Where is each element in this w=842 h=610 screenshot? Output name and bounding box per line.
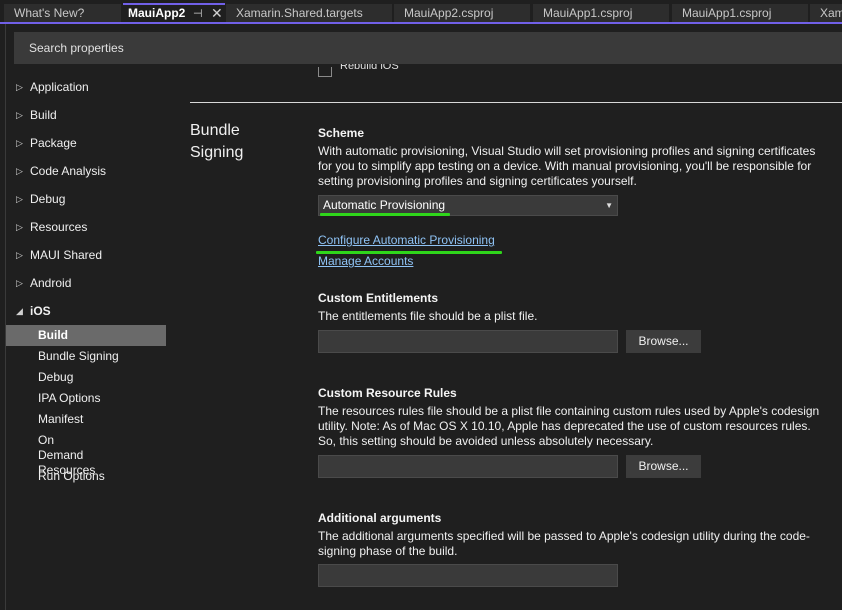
properties-content: Rebuild iOS Bundle Signing Scheme With a… (190, 64, 842, 610)
tab-label: MauiApp1.csproj (543, 6, 633, 20)
custom-resource-rules-input[interactable] (319, 456, 617, 477)
custom-entitlements-input-box[interactable] (318, 330, 618, 353)
tab-label: Xamarin.Shared.targets (236, 6, 363, 20)
expand-arrow-icon[interactable]: ▷ (16, 272, 23, 294)
nav-subitem-ios-build[interactable]: Build (6, 325, 166, 346)
nav-item-build[interactable]: ▷ Build (6, 104, 166, 126)
nav-subitem-label: Bundle Signing (38, 349, 119, 363)
nav-item-label: Debug (30, 192, 66, 206)
nav-subitem-run-options[interactable]: Run Options (6, 466, 166, 487)
nav-subitem-label: Run Options (38, 469, 105, 483)
custom-entitlements-input[interactable] (319, 331, 617, 352)
nav-item-ios[interactable]: ◢ iOS (6, 300, 166, 322)
close-icon[interactable]: ✕ (211, 5, 223, 21)
nav-item-application[interactable]: ▷ Application (6, 76, 166, 98)
nav-subitem-label: IPA Options (38, 391, 101, 405)
rebuild-checkbox[interactable] (318, 67, 332, 77)
tab-label: What's New? (14, 6, 85, 20)
nav-subitem-label: Build (38, 328, 68, 342)
custom-entitlements-title: Custom Entitlements (318, 291, 439, 305)
expand-arrow-icon[interactable]: ▷ (16, 160, 23, 182)
expand-arrow-icon[interactable]: ▷ (16, 188, 23, 210)
nav-item-code-analysis[interactable]: ▷ Code Analysis (6, 160, 166, 182)
nav-item-label: Application (30, 80, 89, 94)
tab-label: Xamarin.Shared.props (820, 6, 842, 20)
tab-mauiapp1-csproj[interactable]: MauiApp1.csproj (533, 4, 669, 22)
expand-arrow-icon[interactable]: ▷ (16, 216, 23, 238)
additional-arguments-input-box[interactable] (318, 564, 618, 587)
scheme-title: Scheme (318, 126, 365, 140)
additional-arguments-input[interactable] (319, 565, 617, 586)
tab-xamarin-shared-targets[interactable]: Xamarin.Shared.targets (226, 4, 392, 22)
nav-item-maui-shared[interactable]: ▷ MAUI Shared (6, 244, 166, 266)
highlight-underline-annotation (320, 213, 450, 216)
nav-item-label: Resources (30, 220, 88, 234)
nav-item-label: iOS (30, 304, 51, 318)
nav-item-resources[interactable]: ▷ Resources (6, 216, 166, 238)
custom-resource-rules-title: Custom Resource Rules (318, 386, 457, 400)
nav-subitem-label: Debug (38, 370, 74, 384)
custom-entitlements-browse-button[interactable]: Browse... (626, 330, 701, 353)
search-properties-box[interactable] (14, 32, 842, 64)
additional-arguments-field: Additional arguments The additional argu… (318, 510, 828, 559)
tab-label: MauiApp2 (128, 6, 186, 20)
nav-subitem-debug[interactable]: Debug (6, 367, 166, 388)
tab-mauiapp1-csproj-2[interactable]: MauiApp1.csproj (672, 4, 808, 22)
tab-whats-new[interactable]: What's New? (4, 4, 121, 22)
expand-arrow-icon[interactable]: ▷ (16, 132, 23, 154)
nav-item-label: Android (30, 276, 72, 290)
tab-label: MauiApp1.csproj (682, 6, 772, 20)
scheme-field: Scheme With automatic provisioning, Visu… (318, 125, 828, 189)
expand-arrow-icon[interactable]: ▷ (16, 76, 23, 98)
active-tab-accent-line (0, 22, 842, 24)
nav-item-label: Code Analysis (30, 164, 107, 178)
custom-resource-rules-field: Custom Resource Rules The resources rule… (318, 385, 828, 449)
expand-arrow-icon[interactable]: ▷ (16, 104, 23, 126)
configure-automatic-provisioning-link[interactable]: Configure Automatic Provisioning (318, 232, 495, 248)
scheme-description: With automatic provisioning, Visual Stud… (318, 144, 816, 188)
tab-mauiapp2-csproj[interactable]: MauiApp2.csproj (394, 4, 530, 22)
nav-subitem-manifest[interactable]: Manifest (6, 409, 166, 430)
document-tab-strip: What's New? MauiApp2 ⊣ ✕ Xamarin.Shared.… (0, 0, 842, 24)
nav-item-debug[interactable]: ▷ Debug (6, 188, 166, 210)
nav-subitem-ipa-options[interactable]: IPA Options (6, 388, 166, 409)
custom-resource-rules-description: The resources rules file should be a pli… (318, 404, 820, 448)
custom-resource-rules-browse-button[interactable]: Browse... (626, 455, 701, 478)
search-input[interactable] (14, 32, 842, 64)
section-divider (190, 102, 842, 103)
nav-subitem-bundle-signing[interactable]: Bundle Signing (6, 346, 166, 367)
custom-resource-rules-input-box[interactable] (318, 455, 618, 478)
custom-entitlements-description: The entitlements file should be a plist … (318, 309, 538, 323)
nav-item-label: Package (30, 136, 77, 150)
rebuild-checkbox-label: Rebuild iOS (340, 64, 399, 72)
collapse-arrow-icon[interactable]: ◢ (16, 300, 23, 322)
nav-item-android[interactable]: ▷ Android (6, 272, 166, 294)
nav-item-label: Build (30, 108, 57, 122)
nav-item-label: MAUI Shared (30, 248, 103, 262)
tab-mauiapp2[interactable]: MauiApp2 ⊣ ✕ (123, 3, 225, 22)
tab-xamarin-shared-props[interactable]: Xamarin.Shared.props (810, 4, 842, 22)
additional-arguments-title: Additional arguments (318, 511, 442, 525)
expand-arrow-icon[interactable]: ▷ (16, 244, 23, 266)
nav-item-package[interactable]: ▷ Package (6, 132, 166, 154)
pin-icon[interactable]: ⊣ (193, 6, 203, 22)
scheme-selected-value: Automatic Provisioning (323, 198, 446, 212)
nav-subitem-label: Manifest (38, 412, 84, 426)
chevron-down-icon: ▼ (605, 201, 613, 210)
manage-accounts-link[interactable]: Manage Accounts (318, 253, 413, 269)
section-title: Bundle Signing (190, 122, 244, 161)
additional-arguments-description: The additional arguments specified will … (318, 529, 810, 558)
tab-label: MauiApp2.csproj (404, 6, 494, 20)
custom-entitlements-field: Custom Entitlements The entitlements fil… (318, 290, 828, 324)
